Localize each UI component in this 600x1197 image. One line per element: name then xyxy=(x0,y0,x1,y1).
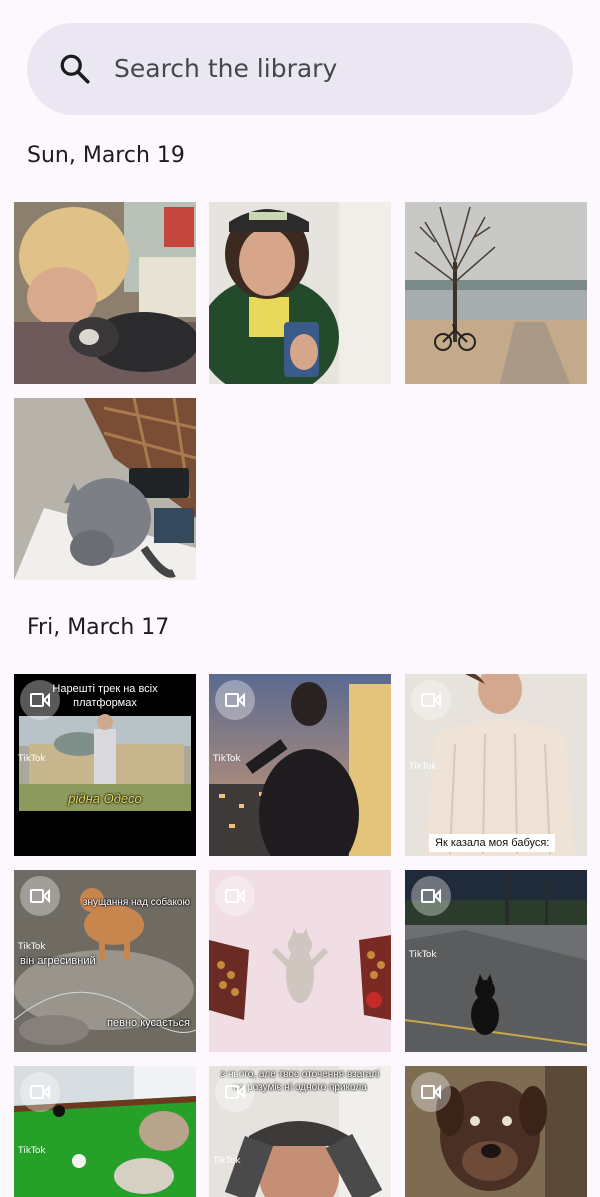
tiktok-watermark: TikTok xyxy=(409,950,437,960)
video-camera-icon xyxy=(30,692,50,708)
tiktok-watermark: TikTok xyxy=(409,762,437,772)
video-middle-caption: він агресивний xyxy=(20,955,96,967)
photo-grey-cat-on-desk xyxy=(14,398,196,580)
search-placeholder: Search the library xyxy=(114,54,338,83)
search-icon xyxy=(60,54,90,84)
photo-selfie-with-helmet xyxy=(209,202,391,384)
video-thumbnail[interactable] xyxy=(209,870,391,1052)
video-camera-icon xyxy=(225,1084,245,1100)
video-bottom-caption: Як казала моя бабуся: xyxy=(429,834,556,852)
video-camera-icon xyxy=(225,692,245,708)
video-indicator xyxy=(411,1072,451,1112)
video-indicator xyxy=(215,876,255,916)
photo-thumbnail[interactable] xyxy=(209,202,391,384)
video-thumbnail[interactable]: Нарешті трек на всіх платформах рідна Од… xyxy=(14,674,196,856)
video-thumbnail[interactable]: TikTok xyxy=(405,870,587,1052)
video-thumbnail[interactable] xyxy=(405,1066,587,1197)
photo-grid-march-19 xyxy=(14,202,587,580)
tiktok-watermark: TikTok xyxy=(213,754,241,764)
video-thumbnail[interactable]: Як казала моя бабуся: TikTok xyxy=(405,674,587,856)
video-camera-icon xyxy=(421,888,441,904)
photo-grid-march-17: Нарешті трек на всіх платформах рідна Од… xyxy=(14,674,587,1197)
section-date-header: Sun, March 19 xyxy=(27,143,185,168)
video-camera-icon xyxy=(225,888,245,904)
tiktok-watermark: TikTok xyxy=(18,1146,46,1156)
photo-person-with-cat xyxy=(14,202,196,384)
video-thumbnail[interactable]: знущання над собакою він агресивний певн… xyxy=(14,870,196,1052)
video-camera-icon xyxy=(30,1084,50,1100)
video-camera-icon xyxy=(30,888,50,904)
video-indicator xyxy=(411,876,451,916)
tiktok-watermark: TikTok xyxy=(213,1156,241,1166)
photo-tree-by-lake xyxy=(405,202,587,384)
video-indicator xyxy=(215,680,255,720)
video-indicator xyxy=(411,680,451,720)
photo-thumbnail[interactable] xyxy=(14,202,196,384)
video-camera-icon xyxy=(421,1084,441,1100)
video-thumbnail[interactable]: з нього, але твоє оточення взагалі не ро… xyxy=(209,1066,391,1197)
video-camera-icon xyxy=(421,692,441,708)
video-bottom-caption: певно кусається xyxy=(107,1017,190,1029)
video-thumbnail[interactable]: TikTok xyxy=(209,674,391,856)
video-bottom-caption: рідна Одесо xyxy=(68,791,142,806)
photo-thumbnail[interactable] xyxy=(14,398,196,580)
video-indicator xyxy=(20,1072,60,1112)
search-bar[interactable]: Search the library xyxy=(27,23,573,115)
tiktok-watermark: TikTok xyxy=(18,754,46,764)
tiktok-watermark: TikTok xyxy=(18,942,46,952)
video-thumbnail[interactable]: TikTok xyxy=(14,1066,196,1197)
section-date-header: Fri, March 17 xyxy=(27,615,170,640)
photo-thumbnail[interactable] xyxy=(405,202,587,384)
video-indicator xyxy=(20,876,60,916)
video-indicator xyxy=(20,680,60,720)
video-indicator xyxy=(215,1072,255,1112)
